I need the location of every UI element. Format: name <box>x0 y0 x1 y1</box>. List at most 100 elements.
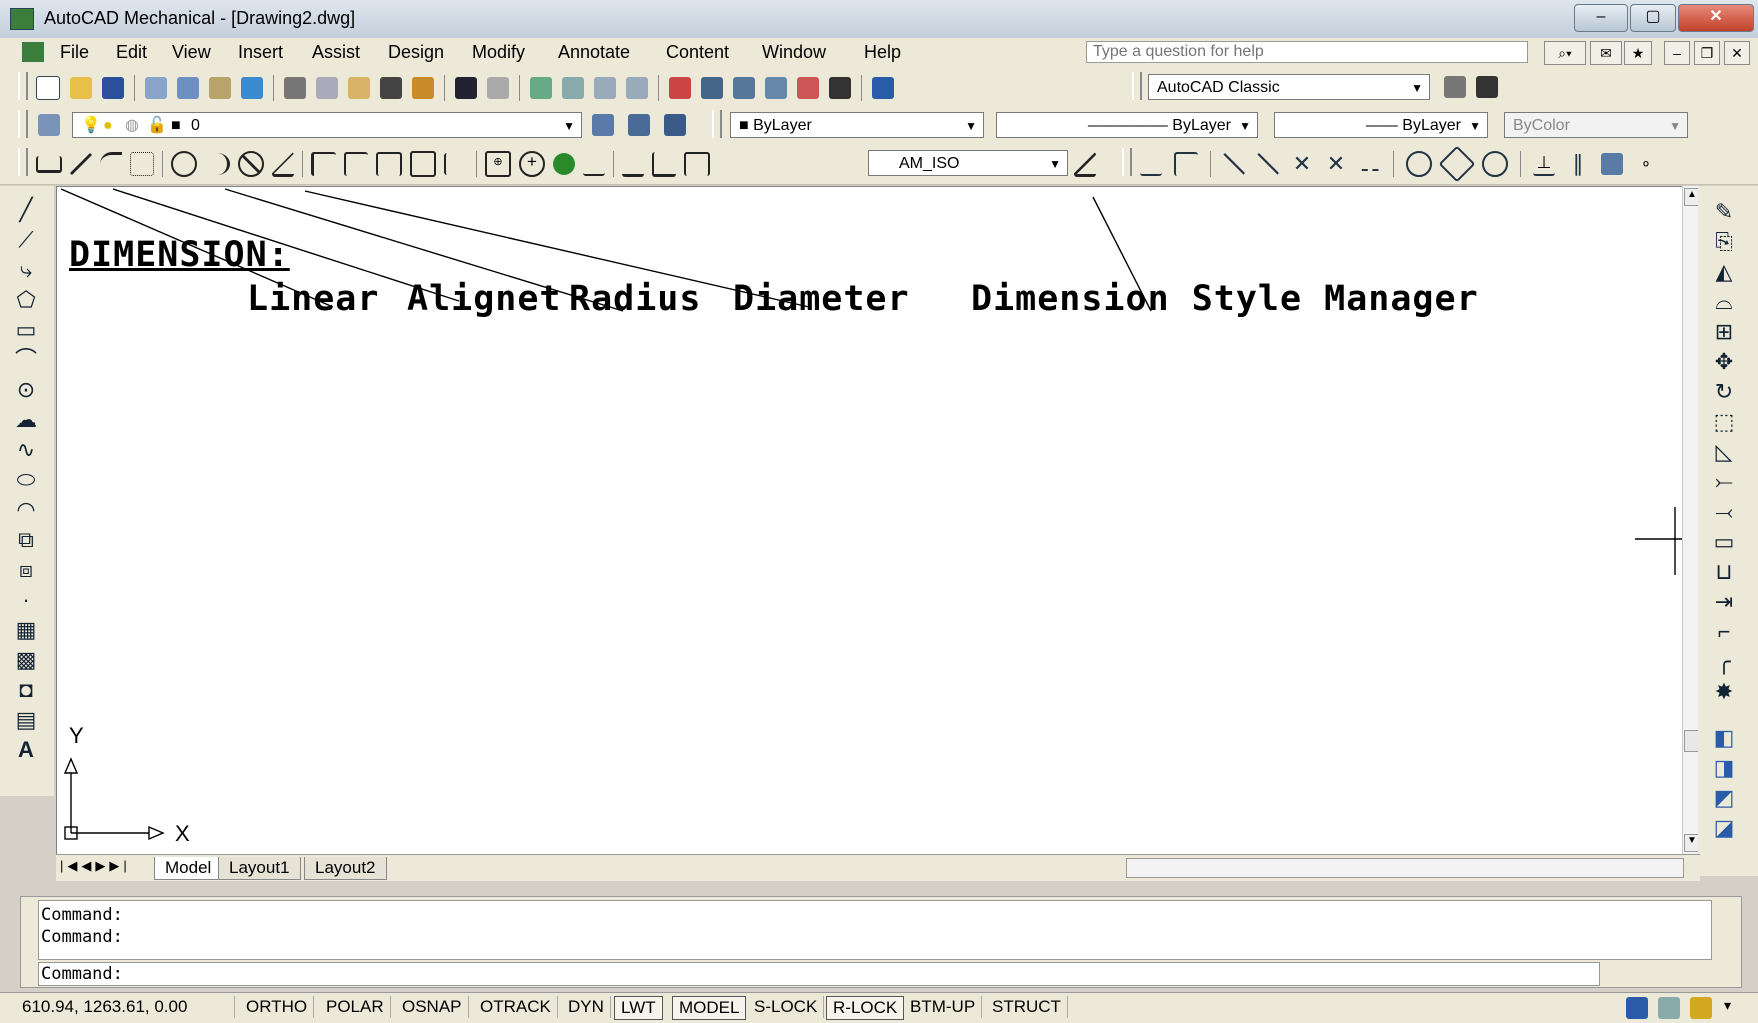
horizontal-scrollbar[interactable] <box>1126 858 1684 878</box>
3d-dwf-icon[interactable] <box>241 77 263 99</box>
toggle-btm-up[interactable]: BTM-UP <box>904 996 983 1018</box>
snap-midpoint-icon[interactable] <box>1257 153 1279 175</box>
line-icon[interactable]: ╱ <box>14 198 38 222</box>
sheet-set-icon[interactable] <box>765 77 787 99</box>
status-menu-chevron-icon[interactable]: ▾ <box>1724 997 1731 1014</box>
tolerance-icon[interactable]: ⊕ <box>485 151 511 177</box>
toolbar-grip[interactable] <box>18 148 28 176</box>
make-object-layer-current-icon[interactable] <box>592 114 614 136</box>
inspection-icon[interactable] <box>553 153 575 175</box>
menu-file[interactable]: File <box>58 42 91 63</box>
tab-model[interactable]: Model <box>154 857 223 880</box>
workspace-settings-icon[interactable] <box>1444 76 1466 98</box>
ellipse-icon[interactable]: ⬭ <box>14 468 38 492</box>
stretch-icon[interactable]: ◺ <box>1712 440 1736 464</box>
spline-icon[interactable]: ∿ <box>14 438 38 462</box>
pan-icon[interactable] <box>530 77 552 99</box>
doc-close-button[interactable]: ✕ <box>1724 41 1750 65</box>
cut-icon[interactable] <box>284 77 306 99</box>
help-search-input[interactable] <box>1086 41 1528 63</box>
toggle-ortho[interactable]: ORTHO <box>240 996 315 1018</box>
array-icon[interactable]: ⊞ <box>1712 320 1736 344</box>
toolbar-grip[interactable] <box>18 72 28 100</box>
aligned-dimension-icon[interactable] <box>70 153 92 175</box>
block-editor-icon[interactable] <box>412 77 434 99</box>
toolbar-grip[interactable] <box>712 110 722 138</box>
revision-cloud-icon[interactable]: ☁ <box>14 408 38 432</box>
ordinate-dimension-icon[interactable] <box>130 152 154 176</box>
draw-order-above-icon[interactable]: ◩ <box>1712 786 1736 810</box>
calculator-icon[interactable] <box>829 77 851 99</box>
jogged-linear-icon[interactable] <box>583 152 605 176</box>
layer-select[interactable]: 💡 ● ◍ 🔓 ■ 0 ▼ <box>72 112 582 138</box>
toggle-polar[interactable]: POLAR <box>320 996 391 1018</box>
tab-navigation-arrows-icon[interactable]: |◀◀▶▶| <box>60 858 150 878</box>
menu-design[interactable]: Design <box>386 42 446 63</box>
properties-icon[interactable] <box>669 77 691 99</box>
menu-edit[interactable]: Edit <box>114 42 149 63</box>
toggle-osnap[interactable]: OSNAP <box>396 996 469 1018</box>
join-icon[interactable]: ⇥ <box>1712 590 1736 614</box>
menu-content[interactable]: Content <box>664 42 731 63</box>
toggle-model[interactable]: MODEL <box>672 996 747 1020</box>
draw-order-under-icon[interactable]: ◪ <box>1712 816 1736 840</box>
fillet-icon[interactable]: ╭ <box>1712 650 1736 674</box>
dimension-break-icon[interactable] <box>444 153 468 175</box>
communication-icon[interactable] <box>1658 997 1680 1019</box>
extend-icon[interactable]: ⤙ <box>1712 500 1736 524</box>
break-at-point-icon[interactable]: ▭ <box>1712 530 1736 554</box>
circle-icon[interactable]: ⊙ <box>14 378 38 402</box>
tool-palettes-icon[interactable] <box>733 77 755 99</box>
toggle-r-lock[interactable]: R-LOCK <box>826 996 905 1020</box>
snap-extension-icon[interactable] <box>1359 157 1381 171</box>
drawing-doc-icon[interactable] <box>22 42 44 62</box>
gradient-icon[interactable]: ▩ <box>14 648 38 672</box>
help-icon[interactable] <box>872 77 894 99</box>
lineweight-control-select[interactable]: —— ByLayer ▼ <box>1274 112 1488 138</box>
toggle-struct[interactable]: STRUCT <box>986 996 1068 1018</box>
layer-previous-icon[interactable] <box>628 114 650 136</box>
save-icon[interactable] <box>102 77 124 99</box>
quick-dimension-icon[interactable] <box>311 152 336 176</box>
dimension-text-edit-icon[interactable] <box>652 151 676 177</box>
dimension-edit-icon[interactable] <box>622 152 644 177</box>
snap-perpendicular-icon[interactable]: ⊥ <box>1533 152 1555 176</box>
dimension-style-manager-icon[interactable] <box>1074 152 1096 177</box>
snap-apparent-intersection-icon[interactable]: ✕ <box>1325 153 1347 175</box>
menu-insert[interactable]: Insert <box>236 42 285 63</box>
zoom-realtime-icon[interactable] <box>562 77 584 99</box>
polyline-icon[interactable]: ⤷ <box>14 258 38 282</box>
snap-intersection-icon[interactable]: ✕ <box>1291 153 1313 175</box>
trim-icon[interactable]: ⤚ <box>1712 470 1736 494</box>
snap-quadrant-icon[interactable] <box>1438 145 1476 183</box>
toolbar-lock-icon[interactable] <box>1690 997 1712 1019</box>
draw-order-front-icon[interactable]: ◧ <box>1712 726 1736 750</box>
rotate-icon[interactable]: ↻ <box>1712 380 1736 404</box>
menu-window[interactable]: Window <box>760 42 828 63</box>
plot-icon[interactable] <box>145 77 167 99</box>
open-icon[interactable] <box>70 77 92 99</box>
table-icon[interactable]: ▤ <box>14 708 38 732</box>
doc-restore-button[interactable]: ❐ <box>1694 41 1720 65</box>
color-control-select[interactable]: ■ ByLayer ▼ <box>730 112 984 138</box>
doc-minimize-button[interactable]: – <box>1664 41 1690 65</box>
command-input[interactable]: Command: <box>38 962 1600 986</box>
region-icon[interactable]: ◘ <box>14 678 38 702</box>
close-button[interactable]: ✕ <box>1678 4 1754 32</box>
arc-length-icon[interactable] <box>100 151 122 177</box>
design-center-icon[interactable] <box>701 77 723 99</box>
snap-center-icon[interactable] <box>1406 151 1432 177</box>
tab-layout1[interactable]: Layout1 <box>218 857 301 880</box>
construction-line-icon[interactable]: ⟋ <box>14 228 38 252</box>
toggle-dyn[interactable]: DYN <box>562 996 611 1018</box>
chamfer-icon[interactable]: ⌐ <box>1712 620 1736 644</box>
hatch-icon[interactable]: ▦ <box>14 618 38 642</box>
dimension-style-select[interactable]: AM_ISO ▼ <box>868 150 1068 176</box>
copy-object-icon[interactable]: ⎘ <box>1712 230 1736 254</box>
layer-manager-icon[interactable] <box>38 114 60 136</box>
move-icon[interactable]: ✥ <box>1712 350 1736 374</box>
drawing-canvas[interactable]: DIMENSION: Linear Alignet Radius Diamete… <box>56 186 1684 856</box>
continue-dimension-icon[interactable] <box>376 152 402 176</box>
angular-dimension-icon[interactable] <box>272 151 294 177</box>
snap-tangent-icon[interactable] <box>1482 151 1508 177</box>
